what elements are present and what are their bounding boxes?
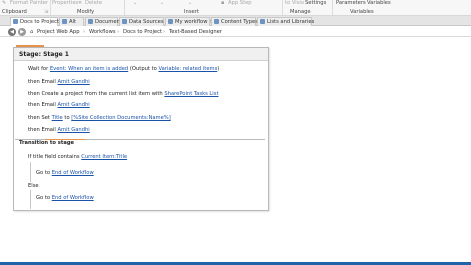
transition-label: Transition to stage (19, 140, 75, 146)
workflow-icon (13, 19, 18, 24)
action-text: then Create a project from the current l… (28, 91, 163, 97)
breadcrumb-text-based-designer[interactable]: Text-Based Designer (169, 29, 222, 35)
breadcrumb-separator-icon: › (117, 29, 119, 35)
action-text: then Email (28, 102, 56, 108)
group-label-insert: Insert (184, 9, 199, 15)
home-icon[interactable]: ⌂ (30, 29, 33, 35)
dialog-launcher-icon[interactable]: ⇲ (44, 9, 48, 15)
goto-action[interactable]: Go to End of Workflow (36, 195, 94, 202)
stage-header[interactable]: Stage: Stage 1 (14, 48, 268, 61)
else-branch[interactable]: Else (28, 183, 39, 190)
create-project-action[interactable]: then Create a project from the current l… (28, 91, 219, 98)
tab-label: Data Sources (129, 19, 164, 25)
workflow-icon (168, 19, 173, 24)
ribbon-separator (124, 0, 125, 15)
app-step-icon: ▪ (221, 0, 225, 6)
action-text: (Output to (129, 66, 157, 72)
action-text: then Email (28, 79, 56, 85)
delete-icon: ✕ (78, 0, 83, 6)
email-action[interactable]: then Email Amit Gandhi (28, 102, 90, 109)
tab-label: Content Types (221, 19, 258, 25)
data-source-icon (122, 19, 127, 24)
condition-text: If title field contains (28, 154, 80, 160)
if-condition[interactable]: If title field contains Current Item:Tit… (28, 154, 127, 161)
action-text: ) (217, 66, 220, 72)
action-text: Go to (36, 170, 51, 176)
document-icon (88, 19, 93, 24)
group-label-clipboard: Clipboard (2, 9, 27, 15)
tab-content-types[interactable]: Content Types (211, 17, 258, 26)
back-arrow-icon[interactable]: ◀ (8, 28, 16, 36)
document-tab-bar: Docs to Project Alt Document Data Source… (0, 16, 471, 26)
content-type-icon (214, 19, 219, 24)
settings-button[interactable]: Settings (305, 0, 326, 6)
dropdown-arrow-icon[interactable]: ⌄ (188, 0, 192, 6)
tab-label: Docs to Project (20, 19, 59, 25)
dropdown-arrow-icon[interactable]: ⌄ (160, 0, 164, 6)
group-label-manage: Manage (290, 9, 311, 15)
format-painter-button[interactable]: Format Painter (10, 0, 48, 6)
variables-button[interactable]: Variables (367, 0, 391, 6)
email-action[interactable]: then Email Amit Gandhi (28, 79, 90, 86)
tab-document[interactable]: Document (85, 17, 122, 26)
tasks-list-link[interactable]: SharePoint Tasks List (164, 91, 218, 97)
goto-target-link[interactable]: End of Workflow (52, 195, 94, 201)
forward-arrow-icon[interactable]: ▶ (18, 28, 26, 36)
tab-alt[interactable]: Alt (59, 17, 84, 26)
ribbon: ✎ Format Painter Properties ✕ Delete ⌄ ⌄… (0, 0, 471, 16)
format-painter-icon: ✎ (2, 0, 7, 6)
ribbon-separator (50, 0, 51, 15)
goto-target-link[interactable]: End of Workflow (52, 170, 94, 176)
goto-action[interactable]: Go to End of Workflow (36, 170, 94, 177)
branch-bracket (30, 190, 31, 209)
ribbon-separator (282, 0, 283, 15)
event-link[interactable]: Event: When an item is added (50, 66, 128, 72)
tab-my-workflow[interactable]: My workflow✕ (165, 17, 214, 26)
value-link[interactable]: [%Site Collection Documents:Name%] (71, 115, 170, 121)
recipient-link[interactable]: Amit Gandhi (58, 127, 90, 133)
gear-icon (62, 19, 67, 24)
stage-title: Stage: Stage 1 (19, 51, 69, 58)
action-text: to (64, 115, 70, 121)
recipient-link[interactable]: Amit Gandhi (58, 102, 90, 108)
tab-label: My workflow (175, 19, 208, 25)
tab-docs-to-project[interactable]: Docs to Project (10, 17, 59, 26)
dropdown-arrow-icon[interactable]: ⌄ (133, 0, 137, 6)
tab-label: Alt (69, 19, 77, 25)
tab-label: Lists and Libraries (267, 19, 315, 25)
action-text: then Set (28, 115, 50, 121)
tab-lists-and-libraries[interactable]: Lists and Libraries (257, 17, 315, 26)
action-text: then Email (28, 127, 56, 133)
breadcrumb-workflows[interactable]: Workflows (89, 29, 116, 35)
variable-link[interactable]: Variable: related items (158, 66, 217, 72)
breadcrumb-project-web-app[interactable]: Project Web App (37, 29, 80, 35)
set-field-action[interactable]: then Set Title to [%Site Collection Docu… (28, 115, 171, 122)
breadcrumb: ◀ ▶ ⌂ Project Web App › Workflows › Docs… (0, 27, 471, 37)
breadcrumb-separator-icon: › (83, 29, 85, 35)
ribbon-separator (332, 0, 333, 15)
wait-action[interactable]: Wait for Event: When an item is added (O… (28, 66, 219, 73)
app-step-button[interactable]: App Step (228, 0, 252, 6)
breadcrumb-separator-icon: › (163, 29, 165, 35)
group-label-modify: Modify (77, 9, 95, 15)
recipient-link[interactable]: Amit Gandhi (58, 79, 90, 85)
export-to-visio-button[interactable]: to Visio (285, 0, 304, 6)
list-icon (260, 19, 265, 24)
action-text: Go to (36, 195, 51, 201)
condition-value-link[interactable]: Current Item:Title (81, 154, 127, 160)
breadcrumb-docs-to-project[interactable]: Docs to Project (123, 29, 162, 35)
field-link[interactable]: Title (52, 115, 63, 121)
parameters-button[interactable]: Parameters (336, 0, 366, 6)
branch-bracket (30, 162, 31, 182)
delete-button[interactable]: Delete (85, 0, 102, 6)
tab-data-sources[interactable]: Data Sources (119, 17, 164, 26)
tab-label: Document (95, 19, 122, 25)
properties-button[interactable]: Properties (52, 0, 78, 6)
group-label-variables: Variables (350, 9, 374, 15)
email-action[interactable]: then Email Amit Gandhi (28, 127, 90, 134)
action-text: Wait for (28, 66, 49, 72)
